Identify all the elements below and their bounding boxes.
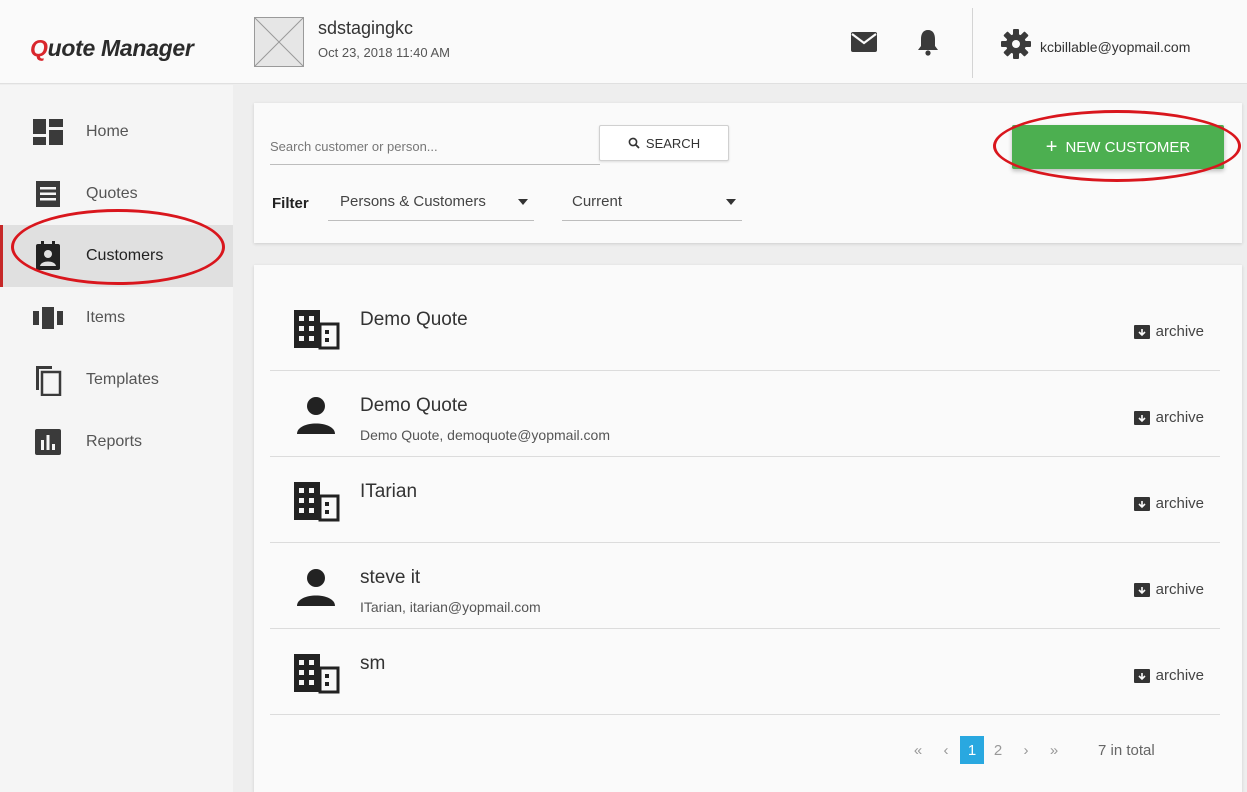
notification-bell-icon[interactable] — [914, 28, 942, 56]
filter-type-dropdown[interactable]: Persons & Customers — [328, 183, 534, 221]
company-icon — [292, 649, 340, 697]
org-date: Oct 23, 2018 11:40 AM — [318, 45, 451, 60]
table-row[interactable]: steve it ITarian, itarian@yopmail.com ar… — [270, 543, 1220, 629]
sidebar-item-label: Home — [86, 123, 129, 140]
company-icon — [292, 305, 340, 353]
customer-name[interactable]: ITarian — [360, 481, 417, 503]
customer-name[interactable]: Demo Quote — [360, 395, 468, 417]
gear-icon[interactable] — [1000, 28, 1032, 65]
sidebar-item-label: Items — [86, 309, 126, 326]
plus-icon: + — [1045, 136, 1058, 158]
archive-button[interactable]: archive — [1133, 409, 1204, 426]
chevron-down-icon — [518, 199, 528, 205]
org-info: sdstagingkc Oct 23, 2018 11:40 AM — [318, 18, 450, 60]
quotes-icon — [33, 179, 63, 209]
customer-name[interactable]: steve it — [360, 567, 420, 589]
new-customer-button[interactable]: + NEW CUSTOMER — [1012, 125, 1224, 169]
filter-label: Filter — [272, 195, 309, 212]
archive-icon — [1133, 582, 1150, 597]
archive-button[interactable]: archive — [1133, 667, 1204, 684]
user-menu[interactable]: kcbillable@yopmail.com — [1000, 28, 1190, 65]
page-1-button[interactable]: 1 — [960, 736, 984, 764]
table-row[interactable]: Demo Quote Demo Quote, demoquote@yopmail… — [270, 371, 1220, 457]
customer-contact: ITarian, itarian@yopmail.com — [360, 599, 541, 615]
header-divider — [972, 8, 973, 78]
search-input[interactable] — [270, 129, 600, 165]
new-customer-label: NEW CUSTOMER — [1065, 138, 1191, 156]
archive-icon — [1133, 410, 1150, 425]
archive-icon — [1133, 668, 1150, 683]
total-count: 7 in total — [1098, 741, 1155, 759]
customer-name[interactable]: sm — [360, 653, 385, 675]
search-button-label: SEARCH — [645, 135, 701, 151]
sidebar-item-items[interactable]: Items — [0, 287, 233, 349]
person-icon — [292, 391, 340, 439]
sidebar-item-label: Quotes — [86, 185, 138, 202]
archive-button[interactable]: archive — [1133, 323, 1204, 340]
sidebar: Home Quotes Customers Items Templates Re… — [0, 85, 233, 792]
reports-icon — [33, 427, 63, 457]
sidebar-item-templates[interactable]: Templates — [0, 349, 233, 411]
items-icon — [33, 303, 63, 333]
last-page-button[interactable]: » — [1040, 736, 1068, 764]
search-icon — [628, 137, 640, 149]
customers-icon — [33, 241, 63, 271]
sidebar-item-label: Customers — [86, 247, 164, 264]
archive-button[interactable]: archive — [1133, 495, 1204, 512]
mail-icon[interactable] — [850, 28, 878, 56]
sidebar-item-quotes[interactable]: Quotes — [0, 163, 233, 225]
table-row[interactable]: ITarian archive — [270, 457, 1220, 543]
customer-name[interactable]: Demo Quote — [360, 309, 468, 331]
org-logo-placeholder — [254, 17, 304, 67]
sidebar-item-label: Templates — [86, 371, 159, 388]
app-logo[interactable]: Quote Manager — [30, 35, 194, 62]
customer-list: Demo Quote archive Demo Quote Demo Quote… — [254, 265, 1242, 792]
table-row[interactable]: Demo Quote archive — [270, 285, 1220, 371]
search-button[interactable]: SEARCH — [599, 125, 729, 161]
archive-icon — [1133, 496, 1150, 511]
filter-status-dropdown[interactable]: Current — [562, 183, 742, 221]
prev-page-button[interactable]: ‹ — [932, 736, 960, 764]
next-page-button[interactable]: › — [1012, 736, 1040, 764]
table-row[interactable]: sm archive — [270, 629, 1220, 715]
sidebar-item-home[interactable]: Home — [0, 101, 233, 163]
dashboard-icon — [33, 117, 63, 147]
top-bar: Quote Manager sdstagingkc Oct 23, 2018 1… — [0, 0, 1247, 84]
org-name: sdstagingkc — [318, 18, 414, 38]
sidebar-item-customers[interactable]: Customers — [0, 225, 233, 287]
chevron-down-icon — [726, 199, 736, 205]
pagination: « ‹ 1 2 › » 7 in total — [904, 735, 1224, 765]
templates-icon — [33, 365, 63, 396]
archive-button[interactable]: archive — [1133, 581, 1204, 598]
first-page-button[interactable]: « — [904, 736, 932, 764]
sidebar-item-label: Reports — [86, 433, 143, 450]
person-icon — [292, 563, 340, 611]
company-icon — [292, 477, 340, 525]
page-2-button[interactable]: 2 — [984, 736, 1012, 764]
archive-icon — [1133, 324, 1150, 339]
sidebar-item-reports[interactable]: Reports — [0, 411, 233, 473]
user-email[interactable]: kcbillable@yopmail.com — [1040, 39, 1190, 55]
filter-panel: SEARCH + NEW CUSTOMER Filter Persons & C… — [254, 103, 1242, 243]
customer-contact: Demo Quote, demoquote@yopmail.com — [360, 427, 610, 443]
